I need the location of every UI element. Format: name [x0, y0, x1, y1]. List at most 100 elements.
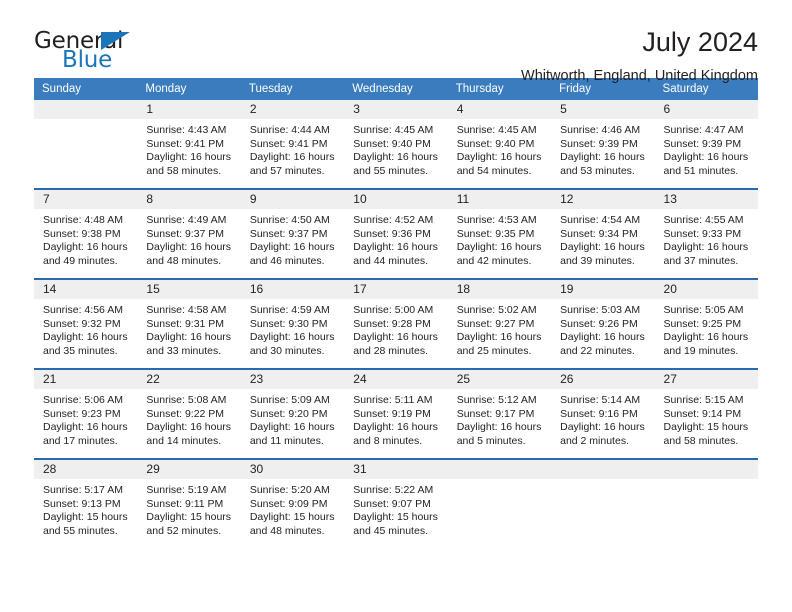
calendar-body: 1 Sunrise: 4:43 AM Sunset: 9:41 PM Daylight…: [34, 100, 758, 548]
calendar-day-cell[interactable]: 30 Sunrise: 5:20 AM Sunset: 9:09 PM Dayligh…: [240, 458, 345, 548]
day-details: Sunrise: 4:54 AM Sunset: 9:34 PM Daylight:…: [551, 209, 654, 268]
calendar-day-cell[interactable]: 19 Sunrise: 5:03 AM Sunset: 9:26 PM Dayligh…: [551, 278, 655, 369]
day-number: 3: [344, 100, 448, 119]
day-number: [654, 460, 758, 479]
day-cell-inner: 26 Sunrise: 5:14 AM Sunset: 9:16 PM Dayligh…: [551, 370, 655, 458]
day-cell-inner: 25 Sunrise: 5:12 AM Sunset: 9:17 PM Dayligh…: [447, 370, 552, 458]
calendar-day-cell[interactable]: 2 Sunrise: 4:44 AM Sunset: 9:41 PM Daylight…: [240, 100, 345, 189]
calendar-day-cell[interactable]: 27 Sunrise: 5:15 AM Sunset: 9:14 PM Dayligh…: [654, 368, 758, 459]
sunrise-time: Sunrise: 4:45 AM: [353, 124, 434, 136]
day-number: 2: [240, 100, 345, 119]
sunrise-time: Sunrise: 5:15 AM: [663, 394, 744, 406]
daylight-duration-line1: Daylight: 16 hours: [43, 241, 128, 254]
sunrise-time: Sunrise: 5:12 AM: [456, 394, 537, 406]
daylight-duration-line2: and 19 minutes.: [663, 344, 739, 357]
calendar-day-cell[interactable]: 10 Sunrise: 4:52 AM Sunset: 9:36 PM Dayligh…: [344, 188, 448, 279]
day-cell-inner: [447, 460, 552, 548]
day-details: Sunrise: 5:15 AM Sunset: 9:14 PM Daylight:…: [655, 389, 758, 448]
calendar-day-cell[interactable]: 4 Sunrise: 4:45 AM Sunset: 9:40 PM Daylight…: [447, 100, 552, 189]
calendar-day-cell[interactable]: 21 Sunrise: 5:06 AM Sunset: 9:23 PM Dayligh…: [34, 368, 138, 459]
calendar-day-cell[interactable]: 17 Sunrise: 5:00 AM Sunset: 9:28 PM Dayligh…: [344, 278, 448, 369]
daylight-duration-line1: Daylight: 16 hours: [456, 241, 542, 254]
calendar-day-cell[interactable]: 12 Sunrise: 4:54 AM Sunset: 9:34 PM Dayligh…: [551, 188, 655, 279]
sunset-time: Sunset: 9:40 PM: [456, 137, 535, 150]
general-blue-logo[interactable]: General Blue: [34, 28, 154, 76]
day-details: Sunrise: 5:08 AM Sunset: 9:22 PM Daylight:…: [137, 389, 240, 448]
calendar-day-cell[interactable]: 7 Sunrise: 4:48 AM Sunset: 9:38 PM Daylight…: [34, 188, 138, 279]
calendar-day-cell[interactable]: 31 Sunrise: 5:22 AM Sunset: 9:07 PM Dayligh…: [344, 458, 448, 548]
calendar-day-cell[interactable]: 15 Sunrise: 4:58 AM Sunset: 9:31 PM Dayligh…: [137, 278, 241, 369]
day-details: Sunrise: 5:14 AM Sunset: 9:16 PM Daylight:…: [551, 389, 654, 448]
calendar-day-cell[interactable]: 13 Sunrise: 4:55 AM Sunset: 9:33 PM Dayligh…: [654, 188, 758, 279]
calendar-day-cell[interactable]: 22 Sunrise: 5:08 AM Sunset: 9:22 PM Dayligh…: [137, 368, 241, 459]
daylight-duration-line2: and 46 minutes.: [249, 254, 325, 267]
calendar-day-cell[interactable]: 28 Sunrise: 5:17 AM Sunset: 9:13 PM Dayligh…: [34, 458, 138, 548]
day-number: 29: [137, 460, 241, 479]
sunset-time: Sunset: 9:20 PM: [249, 407, 328, 420]
sunrise-time: Sunrise: 5:22 AM: [353, 484, 434, 496]
calendar-day-cell[interactable]: 24 Sunrise: 5:11 AM Sunset: 9:19 PM Dayligh…: [344, 368, 448, 459]
day-number: 6: [654, 100, 758, 119]
page-subtitle: Whitworth, England, United Kingdom: [521, 67, 758, 84]
day-details: Sunrise: 4:45 AM Sunset: 9:40 PM Daylight:…: [448, 119, 551, 178]
day-number: 8: [137, 190, 241, 209]
daylight-duration-line1: Daylight: 16 hours: [456, 331, 542, 344]
day-cell-inner: 5 Sunrise: 4:46 AM Sunset: 9:39 PM Daylight…: [551, 100, 655, 188]
day-cell-inner: 14 Sunrise: 4:56 AM Sunset: 9:32 PM Dayligh…: [34, 280, 138, 368]
day-cell-inner: 15 Sunrise: 4:58 AM Sunset: 9:31 PM Dayligh…: [137, 280, 241, 368]
calendar-day-cell[interactable]: 6 Sunrise: 4:47 AM Sunset: 9:39 PM Daylight…: [654, 100, 758, 189]
day-cell-inner: 4 Sunrise: 4:45 AM Sunset: 9:40 PM Daylight…: [447, 100, 552, 188]
sunset-time: Sunset: 9:28 PM: [353, 317, 431, 330]
calendar-day-cell[interactable]: 8 Sunrise: 4:49 AM Sunset: 9:37 PM Daylight…: [137, 188, 241, 279]
day-cell-inner: [551, 460, 655, 548]
calendar-day-cell[interactable]: 18 Sunrise: 5:02 AM Sunset: 9:27 PM Dayligh…: [447, 278, 552, 369]
daylight-duration-line2: and 51 minutes.: [663, 164, 739, 177]
calendar-day-cell[interactable]: 20 Sunrise: 5:05 AM Sunset: 9:25 PM Dayligh…: [654, 278, 758, 369]
daylight-duration-line1: Daylight: 16 hours: [353, 151, 438, 164]
calendar-day-cell[interactable]: 14 Sunrise: 4:56 AM Sunset: 9:32 PM Dayligh…: [34, 278, 138, 369]
sunrise-time: Sunrise: 4:48 AM: [43, 214, 123, 226]
day-cell-inner: 2 Sunrise: 4:44 AM Sunset: 9:41 PM Daylight…: [240, 100, 345, 188]
day-cell-inner: 22 Sunrise: 5:08 AM Sunset: 9:22 PM Dayligh…: [137, 370, 241, 458]
calendar-day-cell[interactable]: 29 Sunrise: 5:19 AM Sunset: 9:11 PM Dayligh…: [137, 458, 241, 548]
day-cell-inner: 28 Sunrise: 5:17 AM Sunset: 9:13 PM Dayligh…: [34, 460, 138, 548]
day-cell-inner: 18 Sunrise: 5:02 AM Sunset: 9:27 PM Dayligh…: [447, 280, 552, 368]
daylight-duration-line1: Daylight: 16 hours: [560, 241, 645, 254]
calendar-day-cell[interactable]: 25 Sunrise: 5:12 AM Sunset: 9:17 PM Dayligh…: [447, 368, 552, 459]
calendar-day-cell[interactable]: 16 Sunrise: 4:59 AM Sunset: 9:30 PM Dayligh…: [240, 278, 345, 369]
calendar-day-cell[interactable]: 1 Sunrise: 4:43 AM Sunset: 9:41 PM Daylight…: [137, 100, 241, 189]
day-number: 10: [344, 190, 448, 209]
calendar-day-cell[interactable]: 11 Sunrise: 4:53 AM Sunset: 9:35 PM Dayligh…: [447, 188, 552, 279]
daylight-duration-line2: and 55 minutes.: [43, 524, 118, 537]
daylight-duration-line1: Daylight: 16 hours: [146, 241, 232, 254]
calendar-day-cell[interactable]: 9 Sunrise: 4:50 AM Sunset: 9:37 PM Daylight…: [240, 188, 345, 279]
sunrise-time: Sunrise: 4:49 AM: [146, 214, 227, 226]
day-cell-inner: [34, 100, 138, 188]
daylight-duration-line1: Daylight: 16 hours: [146, 151, 232, 164]
day-cell-inner: 16 Sunrise: 4:59 AM Sunset: 9:30 PM Dayligh…: [240, 280, 345, 368]
daylight-duration-line2: and 55 minutes.: [353, 164, 428, 177]
day-number: 14: [34, 280, 138, 299]
day-number: 24: [344, 370, 448, 389]
daylight-duration-line1: Daylight: 16 hours: [43, 421, 128, 434]
calendar-week-row: 1 Sunrise: 4:43 AM Sunset: 9:41 PM Daylight…: [34, 100, 758, 189]
calendar-week-row: 7 Sunrise: 4:48 AM Sunset: 9:38 PM Daylight…: [34, 188, 758, 279]
day-cell-inner: 24 Sunrise: 5:11 AM Sunset: 9:19 PM Dayligh…: [344, 370, 448, 458]
sunset-time: Sunset: 9:14 PM: [663, 407, 742, 420]
calendar-week-row: 14 Sunrise: 4:56 AM Sunset: 9:32 PM Dayligh…: [34, 278, 758, 369]
calendar-day-cell[interactable]: 5 Sunrise: 4:46 AM Sunset: 9:39 PM Daylight…: [551, 100, 655, 189]
calendar-day-cell[interactable]: 26 Sunrise: 5:14 AM Sunset: 9:16 PM Dayligh…: [551, 368, 655, 459]
sunrise-time: Sunrise: 5:00 AM: [353, 304, 434, 316]
calendar-day-cell[interactable]: 23 Sunrise: 5:09 AM Sunset: 9:20 PM Dayligh…: [240, 368, 345, 459]
sunset-time: Sunset: 9:37 PM: [249, 227, 328, 240]
sunset-time: Sunset: 9:34 PM: [560, 227, 638, 240]
day-details: Sunrise: 4:59 AM Sunset: 9:30 PM Daylight:…: [241, 299, 344, 358]
sunset-time: Sunset: 9:09 PM: [249, 497, 328, 510]
sunset-time: Sunset: 9:30 PM: [249, 317, 328, 330]
day-details: Sunrise: 4:46 AM Sunset: 9:39 PM Daylight:…: [551, 119, 654, 178]
day-cell-inner: 7 Sunrise: 4:48 AM Sunset: 9:38 PM Daylight…: [34, 190, 138, 278]
sunrise-time: Sunrise: 5:17 AM: [43, 484, 123, 496]
daylight-duration-line1: Daylight: 16 hours: [353, 331, 438, 344]
calendar-day-cell[interactable]: 3 Sunrise: 4:45 AM Sunset: 9:40 PM Daylight…: [344, 100, 448, 189]
sunrise-time: Sunrise: 4:52 AM: [353, 214, 434, 226]
